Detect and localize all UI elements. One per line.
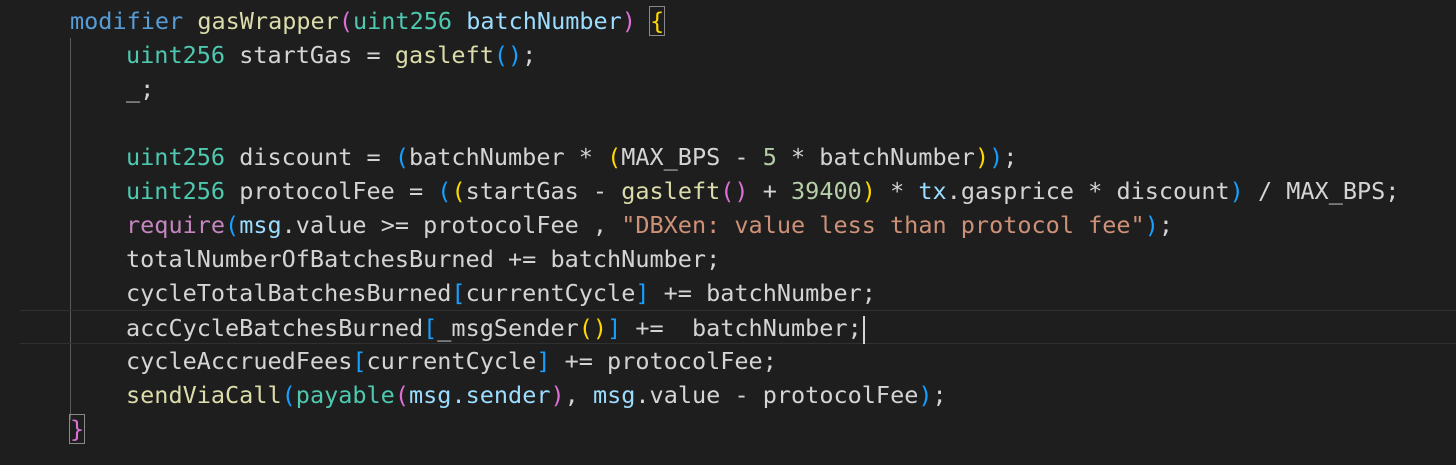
code-token: ( [394, 143, 409, 171]
code-token: _msgSender [437, 314, 579, 342]
code-token: ) [989, 143, 1004, 171]
code-token: ( [281, 381, 296, 409]
line-content: } [68, 412, 86, 446]
line-content: _; [70, 72, 154, 106]
code-token: "DBXen: value less than protocol fee" [621, 211, 1145, 239]
code-token: ] [635, 279, 650, 307]
code-token: uint256 [126, 143, 226, 171]
code-token: cycleTotalBatchesBurned [126, 279, 452, 307]
code-token: gasWrapper [197, 7, 339, 35]
code-token: sendViaCall [126, 381, 282, 409]
line-content: totalNumberOfBatchesBurned += batchNumbe… [70, 242, 720, 276]
code-token: ( [225, 211, 240, 239]
line-content: uint256 startGas = gasleft(); [70, 38, 536, 72]
code-token: ) [974, 143, 990, 171]
code-token: , [564, 381, 593, 409]
code-token: ) [550, 381, 565, 409]
code-token: payable [295, 381, 395, 409]
code-token: () [720, 177, 749, 205]
code-token: ] [536, 347, 551, 375]
code-token: batchNumber * [408, 143, 608, 171]
line-content: sendViaCall(payable(msg.sender), msg.val… [70, 378, 947, 412]
code-token: ) [1144, 211, 1159, 239]
text-cursor [862, 315, 865, 344]
code-token: .value - protocolFee [635, 381, 919, 409]
code-token: totalNumberOfBatchesBurned += batchNumbe… [126, 245, 721, 273]
code-token: require [126, 211, 226, 239]
code-token: currentCycle [366, 347, 537, 375]
code-token: discount = [225, 143, 395, 171]
code-token: 39400 [791, 177, 862, 205]
code-token: startGas = [225, 41, 395, 69]
code-token: } [68, 414, 86, 444]
line-content: cycleAccruedFees[currentCycle] += protoc… [70, 344, 777, 378]
code-token: ( [338, 7, 353, 35]
code-token: .sender [451, 381, 551, 409]
code-editor[interactable]: modifier gasWrapper(uint256 batchNumber)… [0, 0, 1456, 465]
line-content: accCycleBatchesBurned[_msgSender()] += b… [70, 311, 865, 345]
code-token: ; [522, 41, 537, 69]
code-token: ; [932, 381, 947, 409]
code-token: () [493, 41, 523, 69]
code-token: .value >= protocolFee , [281, 211, 622, 239]
code-token: ) [621, 7, 636, 35]
code-token: MAX_BPS - [621, 143, 763, 171]
code-token: += batchNumber; [621, 314, 862, 342]
code-token: gasleft [621, 177, 721, 205]
code-token: cycleAccruedFees [126, 347, 353, 375]
code-token: msg [592, 381, 636, 409]
code-token: { [649, 6, 666, 36]
code-token: startGas - [465, 177, 622, 205]
current-code-line[interactable]: accCycleBatchesBurned[_msgSender()] += b… [20, 310, 1456, 344]
code-token: currentCycle [465, 279, 636, 307]
code-token: uint256 [126, 41, 226, 69]
code-token: += batchNumber; [649, 279, 876, 307]
code-token: ; [1003, 143, 1018, 171]
code-token: batchNumber [466, 7, 622, 35]
line-content: modifier gasWrapper(uint256 batchNumber)… [70, 4, 666, 38]
code-token: msg [409, 381, 452, 409]
code-token: ( [437, 177, 452, 205]
code-token: * [875, 177, 919, 205]
code-token: ( [394, 381, 409, 409]
code-token: protocolFee = [225, 177, 438, 205]
code-token: ) [861, 177, 876, 205]
code-token: / MAX_BPS; [1243, 177, 1400, 205]
code-token: ] [607, 314, 622, 342]
code-token: msg [239, 211, 282, 239]
line-content: cycleTotalBatchesBurned[currentCycle] +=… [70, 276, 876, 310]
code-token: uint256 [352, 7, 453, 35]
code-token: gasleft [394, 41, 494, 69]
code-token: ) [918, 381, 933, 409]
code-token: .gasprice * discount [946, 177, 1230, 205]
code-token: ( [607, 143, 622, 171]
code-token: _; [126, 75, 155, 103]
code-token: * batchNumber [776, 143, 975, 171]
code-token: [ [423, 314, 438, 342]
code-token: ; [1158, 211, 1174, 239]
code-token: 5 [762, 143, 777, 171]
code-token: uint256 [126, 177, 226, 205]
line-content: uint256 discount = (batchNumber * (MAX_B… [70, 140, 1017, 174]
code-token: tx [918, 177, 947, 205]
code-token: ) [1229, 177, 1244, 205]
code-token: + [748, 177, 792, 205]
code-token: [ [352, 347, 367, 375]
line-content: uint256 protocolFee = ((startGas - gasle… [70, 174, 1399, 208]
code-token: modifier [70, 7, 184, 35]
code-token: ( [451, 177, 466, 205]
code-token: accCycleBatchesBurned [126, 314, 424, 342]
code-token: [ [451, 279, 466, 307]
line-content: require(msg.value >= protocolFee , "DBXe… [70, 208, 1173, 242]
code-token: += protocolFee; [550, 347, 777, 375]
code-token: () [578, 314, 608, 342]
